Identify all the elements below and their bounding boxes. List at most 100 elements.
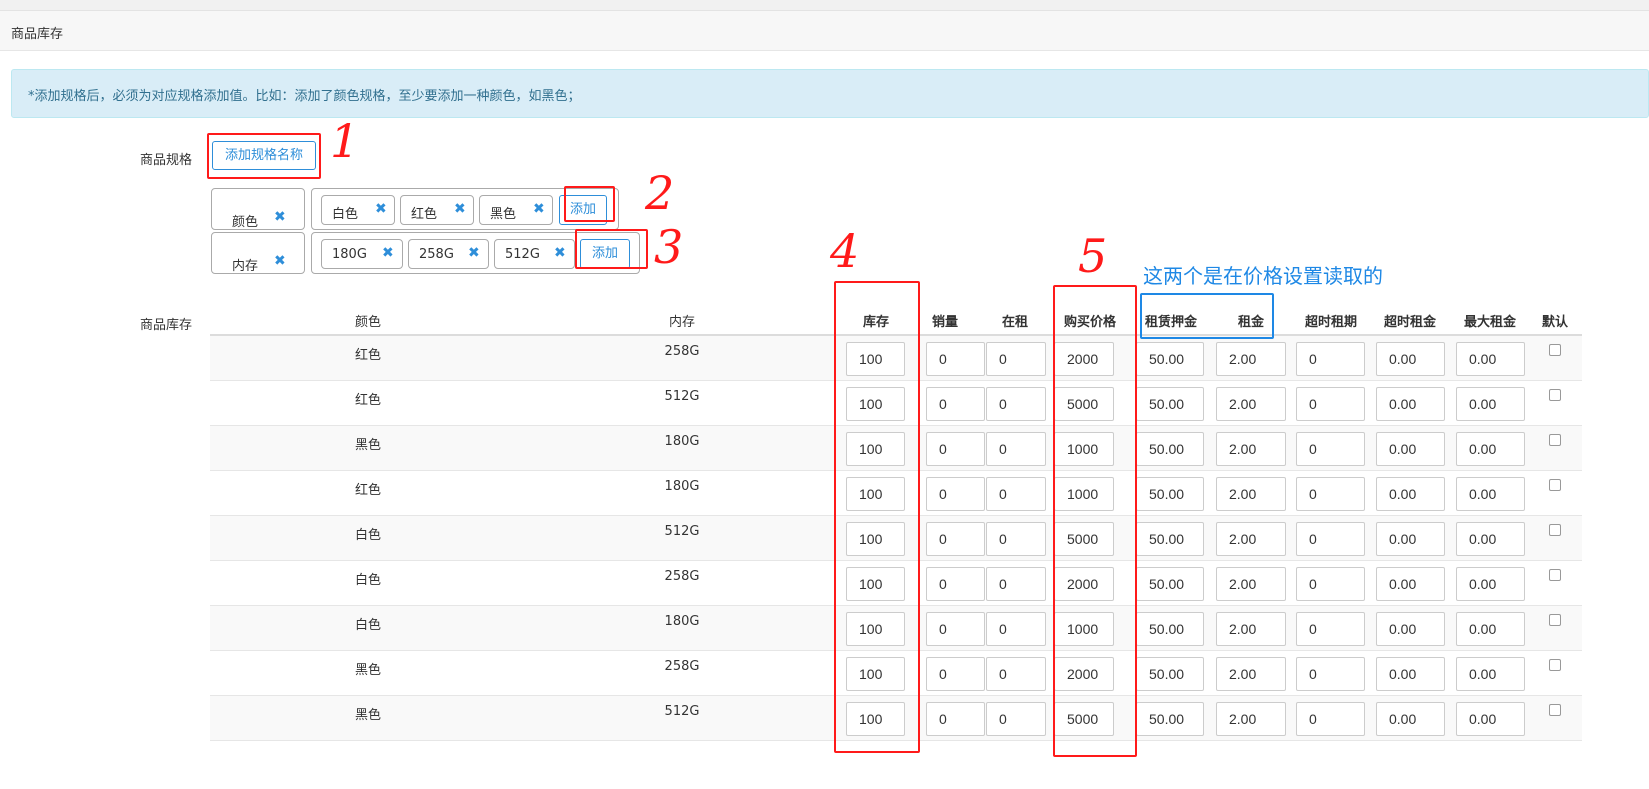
sales-input[interactable]: 0	[926, 702, 985, 736]
close-icon[interactable]: ✖	[454, 201, 466, 217]
max-rent-input[interactable]: 0.00	[1456, 477, 1525, 511]
sales-input[interactable]: 0	[926, 432, 985, 466]
overdue-rent-input[interactable]: 0.00	[1376, 567, 1445, 601]
default-checkbox[interactable]	[1549, 479, 1561, 491]
sales-input[interactable]: 0	[926, 612, 985, 646]
renting-input[interactable]: 0	[986, 612, 1046, 646]
default-checkbox[interactable]	[1549, 569, 1561, 581]
deposit-input[interactable]: 50.00	[1136, 387, 1204, 421]
close-icon[interactable]: ✖	[274, 209, 286, 225]
deposit-input[interactable]: 50.00	[1136, 432, 1204, 466]
max-rent-input[interactable]: 0.00	[1456, 432, 1525, 466]
close-icon[interactable]: ✖	[468, 245, 480, 261]
sales-input[interactable]: 0	[926, 657, 985, 691]
rent-input[interactable]: 2.00	[1216, 702, 1286, 736]
default-checkbox[interactable]	[1549, 614, 1561, 626]
overdue-rent-input[interactable]: 0.00	[1376, 657, 1445, 691]
overdue-period-input[interactable]: 0	[1296, 387, 1365, 421]
overdue-rent-input[interactable]: 0.00	[1376, 432, 1445, 466]
price-input[interactable]: 2000	[1054, 657, 1114, 691]
default-checkbox[interactable]	[1549, 524, 1561, 536]
rent-input[interactable]: 2.00	[1216, 567, 1286, 601]
rent-input[interactable]: 2.00	[1216, 522, 1286, 556]
deposit-input[interactable]: 50.00	[1136, 567, 1204, 601]
price-input[interactable]: 1000	[1054, 432, 1114, 466]
price-input[interactable]: 5000	[1054, 702, 1114, 736]
overdue-period-input[interactable]: 0	[1296, 522, 1365, 556]
default-checkbox[interactable]	[1549, 659, 1561, 671]
max-rent-input[interactable]: 0.00	[1456, 387, 1525, 421]
max-rent-input[interactable]: 0.00	[1456, 657, 1525, 691]
max-rent-input[interactable]: 0.00	[1456, 702, 1525, 736]
renting-input[interactable]: 0	[986, 387, 1046, 421]
stock-input[interactable]: 100	[846, 702, 905, 736]
overdue-period-input[interactable]: 0	[1296, 342, 1365, 376]
price-input[interactable]: 1000	[1054, 477, 1114, 511]
rent-input[interactable]: 2.00	[1216, 387, 1286, 421]
renting-input[interactable]: 0	[986, 477, 1046, 511]
stock-input[interactable]: 100	[846, 567, 905, 601]
stock-input[interactable]: 100	[846, 477, 905, 511]
overdue-period-input[interactable]: 0	[1296, 567, 1365, 601]
close-icon[interactable]: ✖	[274, 253, 286, 269]
overdue-period-input[interactable]: 0	[1296, 477, 1365, 511]
default-checkbox[interactable]	[1549, 704, 1561, 716]
deposit-input[interactable]: 50.00	[1136, 477, 1204, 511]
stock-input[interactable]: 100	[846, 342, 905, 376]
sales-input[interactable]: 0	[926, 522, 985, 556]
renting-input[interactable]: 0	[986, 702, 1046, 736]
overdue-rent-input[interactable]: 0.00	[1376, 477, 1445, 511]
rent-input[interactable]: 2.00	[1216, 432, 1286, 466]
overdue-period-input[interactable]: 0	[1296, 612, 1365, 646]
deposit-input[interactable]: 50.00	[1136, 522, 1204, 556]
rent-input[interactable]: 2.00	[1216, 342, 1286, 376]
sales-input[interactable]: 0	[926, 387, 985, 421]
max-rent-input[interactable]: 0.00	[1456, 612, 1525, 646]
overdue-rent-input[interactable]: 0.00	[1376, 342, 1445, 376]
renting-input[interactable]: 0	[986, 657, 1046, 691]
price-input[interactable]: 1000	[1054, 612, 1114, 646]
overdue-rent-input[interactable]: 0.00	[1376, 612, 1445, 646]
default-checkbox[interactable]	[1549, 389, 1561, 401]
default-checkbox[interactable]	[1549, 344, 1561, 356]
close-icon[interactable]: ✖	[382, 245, 394, 261]
price-input[interactable]: 2000	[1054, 567, 1114, 601]
close-icon[interactable]: ✖	[533, 201, 545, 217]
close-icon[interactable]: ✖	[375, 201, 387, 217]
rent-input[interactable]: 2.00	[1216, 612, 1286, 646]
renting-input[interactable]: 0	[986, 432, 1046, 466]
max-rent-input[interactable]: 0.00	[1456, 567, 1525, 601]
price-input[interactable]: 2000	[1054, 342, 1114, 376]
max-rent-input[interactable]: 0.00	[1456, 522, 1525, 556]
deposit-input[interactable]: 50.00	[1136, 657, 1204, 691]
rent-input[interactable]: 2.00	[1216, 477, 1286, 511]
default-checkbox[interactable]	[1549, 434, 1561, 446]
sales-input[interactable]: 0	[926, 567, 985, 601]
sales-input[interactable]: 0	[926, 342, 985, 376]
overdue-rent-input[interactable]: 0.00	[1376, 702, 1445, 736]
stock-input[interactable]: 100	[846, 522, 905, 556]
rent-input[interactable]: 2.00	[1216, 657, 1286, 691]
renting-input[interactable]: 0	[986, 342, 1046, 376]
renting-input[interactable]: 0	[986, 567, 1046, 601]
close-icon[interactable]: ✖	[554, 245, 566, 261]
overdue-period-input[interactable]: 0	[1296, 702, 1365, 736]
overdue-period-input[interactable]: 0	[1296, 657, 1365, 691]
stock-input[interactable]: 100	[846, 387, 905, 421]
overdue-rent-input[interactable]: 0.00	[1376, 387, 1445, 421]
sales-input[interactable]: 0	[926, 477, 985, 511]
price-input[interactable]: 5000	[1054, 522, 1114, 556]
add-spec-value-button[interactable]: 添加	[580, 239, 630, 269]
stock-input[interactable]: 100	[846, 657, 905, 691]
deposit-input[interactable]: 50.00	[1136, 702, 1204, 736]
renting-input[interactable]: 0	[986, 522, 1046, 556]
stock-input[interactable]: 100	[846, 432, 905, 466]
deposit-input[interactable]: 50.00	[1136, 342, 1204, 376]
add-spec-value-button[interactable]: 添加	[559, 195, 607, 225]
deposit-input[interactable]: 50.00	[1136, 612, 1204, 646]
price-input[interactable]: 5000	[1054, 387, 1114, 421]
overdue-rent-input[interactable]: 0.00	[1376, 522, 1445, 556]
max-rent-input[interactable]: 0.00	[1456, 342, 1525, 376]
stock-input[interactable]: 100	[846, 612, 905, 646]
overdue-period-input[interactable]: 0	[1296, 432, 1365, 466]
